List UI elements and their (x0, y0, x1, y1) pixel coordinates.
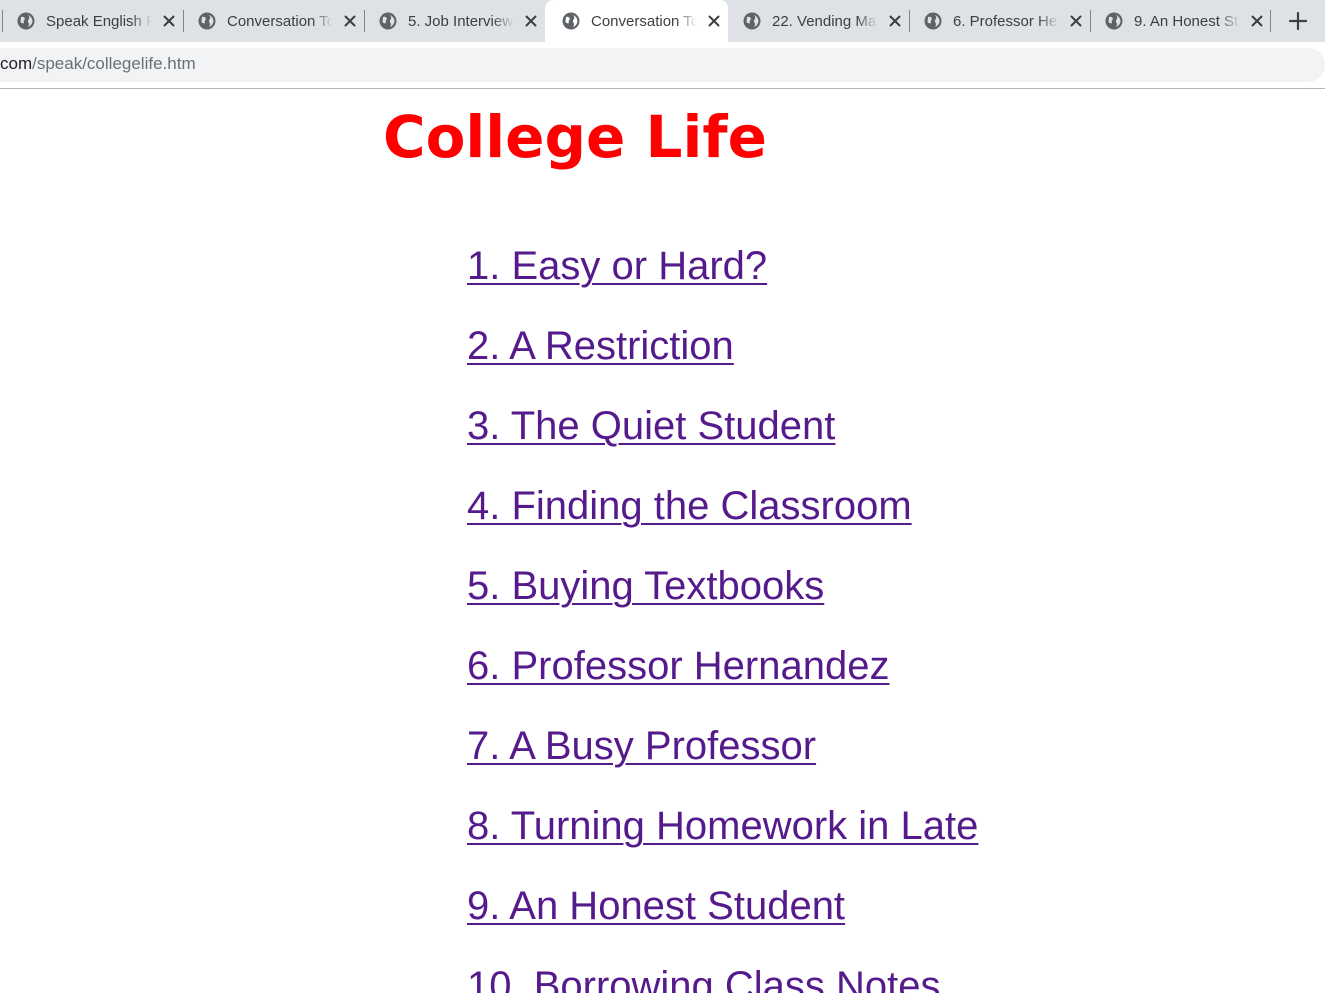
tab-title: 6. Professor Hernandez (953, 12, 1059, 30)
tab-professor-hernandez[interactable]: 6. Professor Hernandez (907, 0, 1090, 42)
globe-icon (562, 12, 580, 30)
close-icon[interactable] (342, 13, 358, 29)
tab-title: 5. Job Interview (408, 12, 514, 30)
close-icon[interactable] (706, 13, 722, 29)
list-item: 7. A Busy Professor (467, 716, 978, 796)
page-title: College Life (383, 103, 767, 171)
lesson-link-8[interactable]: 8. Turning Homework in Late (467, 804, 978, 848)
lesson-link-1[interactable]: 1. Easy or Hard? (467, 244, 767, 288)
tab-vending-machine[interactable]: 22. Vending Machine (726, 0, 909, 42)
lesson-link-4[interactable]: 4. Finding the Classroom (467, 484, 912, 528)
close-icon[interactable] (523, 13, 539, 29)
list-item: 1. Easy or Hard? (467, 236, 978, 316)
globe-icon (17, 12, 35, 30)
tab-conversation-topics[interactable]: Conversation Topics (181, 0, 364, 42)
tab-speak-english[interactable]: Speak English Fun (0, 0, 183, 42)
lesson-link-10[interactable]: 10. Borrowing Class Notes (467, 964, 941, 993)
page-content: College Life 1. Easy or Hard? 2. A Restr… (0, 89, 1325, 993)
list-item: 6. Professor Hernandez (467, 636, 978, 716)
lesson-link-6[interactable]: 6. Professor Hernandez (467, 644, 889, 688)
lesson-link-2[interactable]: 2. A Restriction (467, 324, 734, 368)
address-path: /speak/collegelife.htm (32, 54, 196, 73)
list-item: 2. A Restriction (467, 316, 978, 396)
lesson-list: 1. Easy or Hard? 2. A Restriction 3. The… (467, 236, 978, 993)
tab-separator (1270, 10, 1271, 32)
list-item: 10. Borrowing Class Notes (467, 956, 978, 993)
lesson-link-5[interactable]: 5. Buying Textbooks (467, 564, 824, 608)
address-host: com (0, 54, 33, 73)
tab-job-interview[interactable]: 5. Job Interview (362, 0, 545, 42)
close-icon[interactable] (161, 13, 177, 29)
close-icon[interactable] (1249, 13, 1265, 29)
new-tab-plus-icon[interactable] (1284, 7, 1312, 35)
tab-conversation-topics-active[interactable]: Conversation Topics (545, 0, 728, 42)
tab-honest-student[interactable]: 9. An Honest Student (1088, 0, 1271, 42)
tab-title: Conversation Topics (227, 12, 333, 30)
tab-strip: Speak English Fun Conversation Topics 5.… (0, 0, 1325, 42)
list-item: 3. The Quiet Student (467, 396, 978, 476)
tab-title: 9. An Honest Student (1134, 12, 1240, 30)
globe-icon (924, 12, 942, 30)
globe-icon (743, 12, 761, 30)
globe-icon (1105, 12, 1123, 30)
close-icon[interactable] (1068, 13, 1084, 29)
list-item: 4. Finding the Classroom (467, 476, 978, 556)
toolbar: com/speak/collegelife.htm (0, 42, 1325, 89)
lesson-link-9[interactable]: 9. An Honest Student (467, 884, 845, 928)
address-bar[interactable]: com/speak/collegelife.htm (0, 48, 1325, 82)
globe-icon (379, 12, 397, 30)
tab-title: Speak English Fun (46, 12, 152, 30)
list-item: 8. Turning Homework in Late (467, 796, 978, 876)
list-item: 9. An Honest Student (467, 876, 978, 956)
lesson-link-3[interactable]: 3. The Quiet Student (467, 404, 835, 448)
list-item: 5. Buying Textbooks (467, 556, 978, 636)
address-text[interactable]: com/speak/collegelife.htm (0, 54, 196, 74)
globe-icon (198, 12, 216, 30)
close-icon[interactable] (887, 13, 903, 29)
tab-title: 22. Vending Machine (772, 12, 878, 30)
tab-title: Conversation Topics (591, 12, 697, 30)
lesson-link-7[interactable]: 7. A Busy Professor (467, 724, 816, 768)
